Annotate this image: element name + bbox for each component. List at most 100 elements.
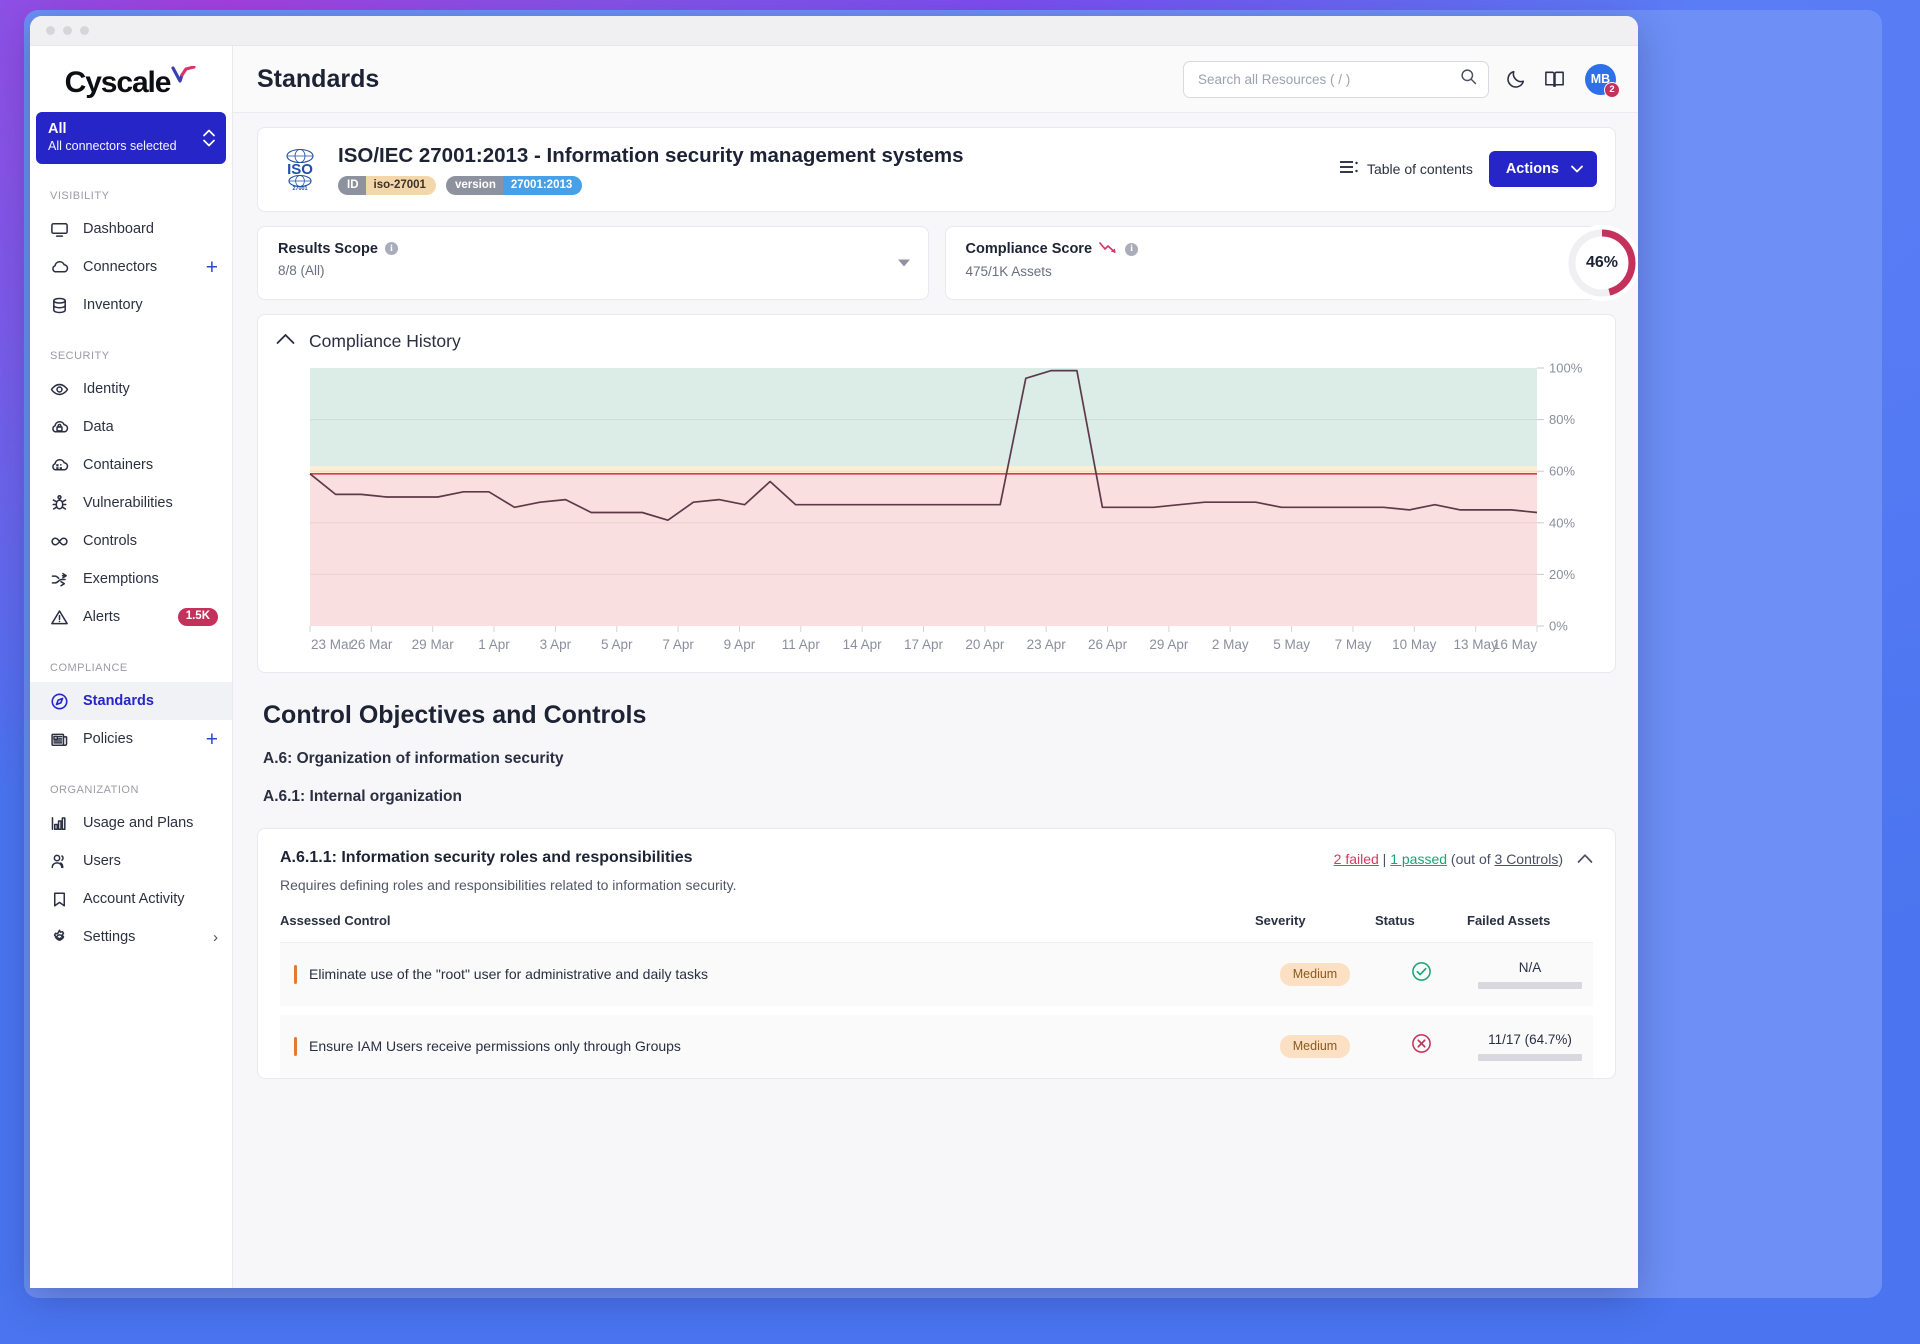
severity-indicator-bar — [294, 964, 297, 984]
window-maximize-dot[interactable] — [80, 26, 89, 35]
failed-assets-value: 11/17 (64.7%) — [1488, 1031, 1572, 1047]
standard-title: ISO/IEC 27001:2013 - Information securit… — [338, 144, 964, 167]
sidebar-item-dashboard[interactable]: Dashboard — [30, 210, 232, 248]
book-icon[interactable] — [1543, 68, 1565, 90]
add-icon[interactable]: + — [206, 257, 218, 278]
sidebar-item-usage-and-plans[interactable]: Usage and Plans — [30, 804, 232, 842]
add-icon[interactable]: + — [206, 729, 218, 750]
sidebar-item-connectors[interactable]: Connectors + — [30, 248, 232, 286]
sidebar-item-standards[interactable]: Standards — [30, 682, 232, 720]
sidebar-item-policies[interactable]: Policies + — [30, 720, 232, 758]
sidebar-item-label: Settings — [83, 929, 136, 945]
compliance-history-chart[interactable]: 0% 20% 40% 60% 80% 100% 23 Mar 26 Mar 29 Mar 1 Ap… — [276, 360, 1597, 662]
compliance-history-toggle[interactable]: Compliance History — [276, 331, 1597, 352]
svg-text:13 May: 13 May — [1454, 637, 1499, 652]
chevron-right-icon: › — [213, 928, 218, 946]
info-icon[interactable]: i — [1125, 242, 1139, 256]
chevron-up-icon — [276, 332, 295, 350]
sidebar-item-label: Dashboard — [83, 221, 154, 237]
cell-status — [1375, 1015, 1467, 1078]
standard-version-tag: version 27001:2013 — [445, 175, 583, 195]
total-controls-link[interactable]: 3 Controls — [1495, 851, 1559, 867]
svg-text:10 May: 10 May — [1392, 637, 1437, 652]
control-objective: A.6: Organization of information securit… — [263, 749, 564, 767]
sidebar-item-inventory[interactable]: Inventory — [30, 286, 232, 324]
svg-text:100%: 100% — [1549, 362, 1583, 376]
search-input[interactable] — [1198, 71, 1452, 87]
sidebar-item-alerts[interactable]: Alerts 1.5K — [30, 598, 232, 636]
standard-tags: ID iso-27001 version 27001:2013 — [338, 175, 1324, 195]
assessed-controls-body: Eliminate use of the "root" user for adm… — [280, 942, 1593, 1078]
window-close-dot[interactable] — [46, 26, 55, 35]
compliance-history-card: Compliance History 0% 20% 40% 60% 80% 100% 23 … — [257, 313, 1616, 673]
search-icon[interactable] — [1460, 68, 1477, 90]
failed-count-link[interactable]: 2 failed — [1334, 851, 1379, 867]
assessed-control-name: Ensure IAM Users receive permissions onl… — [309, 1038, 681, 1055]
severity-badge: Medium — [1279, 962, 1351, 986]
row-spacer — [280, 1005, 1593, 1015]
sidebar-item-vulnerabilities[interactable]: Vulnerabilities — [30, 484, 232, 522]
svg-text:11 Apr: 11 Apr — [782, 637, 821, 652]
search-box[interactable] — [1183, 60, 1489, 98]
svg-text:9 Apr: 9 Apr — [724, 637, 756, 652]
failed-assets-progress — [1478, 981, 1582, 989]
chevron-down-icon — [1571, 161, 1583, 177]
status-failed-icon — [1411, 1034, 1432, 1058]
svg-text:80%: 80% — [1549, 412, 1575, 427]
sidebar-item-controls[interactable]: Controls — [30, 522, 232, 560]
outof-prefix: (out of — [1447, 850, 1495, 867]
table-header-row: Assessed Control Severity Status Failed … — [280, 912, 1593, 943]
compliance-history-title: Compliance History — [309, 330, 461, 351]
users-icon — [50, 852, 69, 871]
cell-failed-assets: N/A — [1467, 942, 1593, 1006]
passed-count-link[interactable]: 1 passed — [1390, 851, 1447, 867]
cyscale-check-icon — [171, 65, 197, 93]
sidebar-item-identity[interactable]: Identity — [30, 370, 232, 408]
standard-header-card: ISO 27001 ISO/IEC 27001:2013 - Informati… — [257, 127, 1616, 212]
sidebar-item-containers[interactable]: Containers — [30, 446, 232, 484]
svg-text:26 Apr: 26 Apr — [1088, 637, 1128, 652]
page-scroll-area[interactable]: ISO 27001 ISO/IEC 27001:2013 - Informati… — [233, 113, 1638, 1288]
alerts-badge: 1.5K — [177, 608, 218, 626]
info-icon[interactable]: i — [384, 242, 398, 256]
svg-text:3 Apr: 3 Apr — [540, 637, 572, 652]
svg-text:17 Apr: 17 Apr — [904, 637, 944, 652]
table-row[interactable]: Ensure IAM Users receive permissions onl… — [280, 1014, 1593, 1078]
sidebar-item-settings[interactable]: Settings › — [30, 918, 232, 956]
control-card: A.6.1.1: Information security roles and … — [257, 827, 1616, 1079]
actions-button[interactable]: Actions — [1488, 150, 1597, 187]
standard-id-tag: ID iso-27001 — [338, 175, 436, 195]
failed-assets-value: N/A — [1518, 959, 1542, 975]
sidebar-item-users[interactable]: Users — [30, 842, 232, 880]
control-collapse-icon[interactable] — [1577, 851, 1593, 867]
stat-cards: Results Scope i 8/8 (All) Compliance Sco… — [257, 224, 1638, 301]
moon-icon[interactable] — [1505, 68, 1527, 90]
sidebar-item-exemptions[interactable]: Exemptions — [30, 560, 232, 598]
results-scope-card[interactable]: Results Scope i 8/8 (All) — [257, 225, 929, 300]
svg-text:23 Mar: 23 Mar — [311, 637, 354, 652]
sidebar-nav: VISIBILITY Dashboard Connectors + Inventory S… — [30, 190, 232, 956]
window-minimize-dot[interactable] — [63, 26, 72, 35]
svg-text:40%: 40% — [1549, 515, 1575, 530]
control-description: Requires defining roles and responsibili… — [280, 876, 737, 893]
shuffle-icon — [50, 570, 69, 589]
brand-logo[interactable]: Cyscale — [30, 46, 232, 112]
sidebar-item-data[interactable]: Data — [30, 408, 232, 446]
iso-logo-icon: ISO 27001 — [278, 147, 322, 192]
sidebar-item-label: Standards — [83, 693, 154, 709]
connector-selector[interactable]: All All connectors selected — [36, 112, 226, 164]
bar-chart-icon — [50, 814, 69, 833]
results-scope-dropdown-caret[interactable] — [897, 259, 910, 267]
sidebar-item-account-activity[interactable]: Account Activity — [30, 880, 232, 918]
sidebar-item-label: Usage and Plans — [83, 815, 194, 831]
col-severity: Severity — [1255, 912, 1375, 943]
svg-text:26 Mar: 26 Mar — [350, 637, 393, 652]
avatar[interactable]: MB 2 — [1585, 63, 1620, 98]
chart-svg: 0% 20% 40% 60% 80% 100% 23 Mar26 Mar 29 Mar 1 Ap… — [309, 360, 1583, 652]
table-of-contents-button[interactable]: Table of contents — [1339, 160, 1473, 177]
svg-text:5 May: 5 May — [1273, 637, 1310, 652]
gear-icon — [50, 928, 69, 947]
svg-text:7 Apr: 7 Apr — [662, 637, 694, 652]
table-row[interactable]: Eliminate use of the "root" user for adm… — [280, 942, 1593, 1006]
standard-version-key: version — [445, 175, 503, 195]
